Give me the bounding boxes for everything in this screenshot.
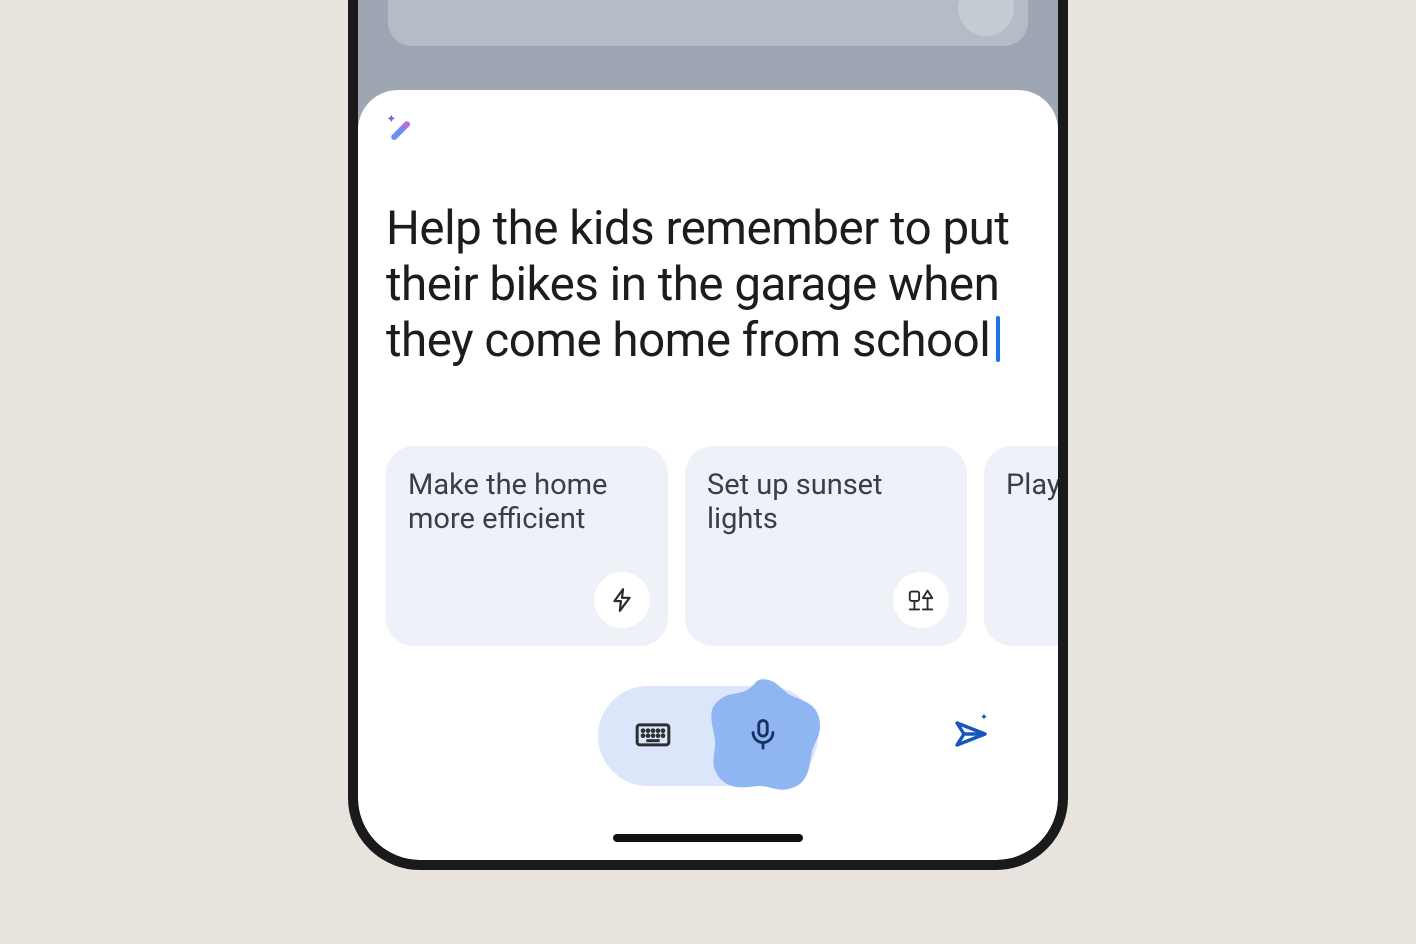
bottom-sheet: Help the kids remember to put their bike… [358,90,1058,860]
background-card [388,0,1028,46]
prompt-text-value: Help the kids remember to put their bike… [386,200,1009,368]
home-indicator[interactable] [613,834,803,842]
suggestion-card[interactable]: Play s when [984,446,1058,646]
suggestion-label: Make the home more efficient [408,468,607,536]
keyboard-button[interactable] [598,686,708,786]
microphone-icon [746,717,780,755]
lamp-icon [893,572,949,628]
input-dock [358,686,1058,786]
suggestion-label: Set up sunset lights [707,468,883,536]
input-pill [598,686,818,786]
mic-button[interactable] [708,686,818,786]
text-cursor [996,316,1000,362]
phone-frame: Help the kids remember to put their bike… [348,0,1068,870]
keyboard-icon [633,714,673,758]
send-button[interactable] [952,712,996,760]
screen: Help the kids remember to put their bike… [358,0,1058,860]
prompt-text[interactable]: Help the kids remember to put their bike… [386,200,1030,368]
suggestion-card[interactable]: Set up sunset lights [685,446,967,646]
magic-wand-icon [384,114,420,154]
suggestion-row[interactable]: Make the home more efficient Set up suns… [358,446,1058,646]
bolt-icon [594,572,650,628]
suggestion-label: Play s when [1006,468,1058,502]
suggestion-card[interactable]: Make the home more efficient [386,446,668,646]
background-card-avatar [958,0,1014,36]
